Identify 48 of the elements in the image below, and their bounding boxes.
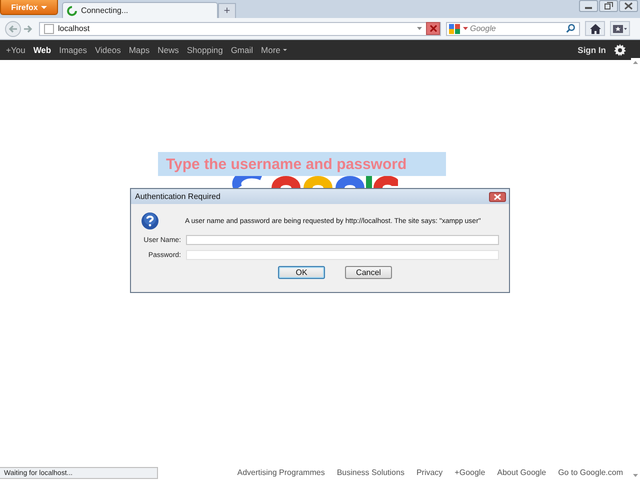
nav-link[interactable]: Gmail: [230, 45, 254, 55]
close-button[interactable]: [489, 192, 506, 202]
dialog-title: Authentication Required: [135, 192, 220, 201]
nav-link[interactable]: More: [261, 45, 288, 55]
footer-link[interactable]: Advertising Programmes: [237, 468, 325, 477]
nav-link[interactable]: Maps: [128, 45, 150, 55]
instruction-banner: Type the username and password: [158, 152, 446, 176]
url-text: localhost: [58, 24, 90, 33]
dialog-button[interactable]: OK: [278, 266, 325, 279]
nav-link[interactable]: Shopping: [186, 45, 223, 55]
search-icon[interactable]: [566, 24, 575, 33]
close-icon: [430, 25, 436, 32]
footer-link[interactable]: About Google: [497, 468, 546, 477]
google-engine-icon[interactable]: [449, 24, 461, 34]
nav-link[interactable]: +You: [6, 45, 26, 55]
stop-button[interactable]: [426, 22, 440, 35]
home-icon: [590, 24, 600, 34]
nav-link[interactable]: Videos: [94, 45, 121, 55]
home-button[interactable]: [585, 21, 605, 36]
close-button[interactable]: [619, 0, 638, 12]
nav-link[interactable]: News: [158, 45, 179, 55]
footer-link[interactable]: Privacy: [416, 468, 443, 477]
settings-icon[interactable]: [614, 44, 626, 56]
restore-icon: [604, 2, 613, 10]
footer-link[interactable]: Go to Google.com: [558, 468, 623, 477]
question-icon: [141, 212, 159, 230]
bookmarks-button[interactable]: [610, 21, 630, 36]
star-icon: [613, 24, 627, 34]
close-icon: [494, 194, 501, 200]
footer-link[interactable]: +Google: [454, 468, 486, 477]
footer-link[interactable]: Business Solutions: [336, 468, 404, 477]
new-tab-button[interactable]: +: [218, 3, 236, 18]
input-field[interactable]: [186, 235, 499, 245]
dialog-button[interactable]: Cancel: [345, 266, 392, 279]
address-bar[interactable]: localhost: [39, 22, 441, 36]
browser-tab[interactable]: Connecting...: [62, 2, 218, 18]
minimize-button[interactable]: [579, 0, 598, 12]
search-bar[interactable]: Google: [446, 22, 580, 36]
scroll-down-icon[interactable]: [633, 474, 638, 477]
restore-button[interactable]: [599, 0, 618, 12]
sign-in-link[interactable]: Sign In: [578, 45, 606, 55]
nav-link[interactable]: Images: [59, 45, 87, 55]
page-icon: [44, 24, 54, 34]
nav-link[interactable]: Web: [33, 45, 52, 55]
close-icon: [624, 2, 633, 10]
dropdown-icon[interactable]: [463, 27, 468, 30]
input-field[interactable]: [186, 250, 499, 260]
dropdown-icon[interactable]: [417, 27, 422, 30]
